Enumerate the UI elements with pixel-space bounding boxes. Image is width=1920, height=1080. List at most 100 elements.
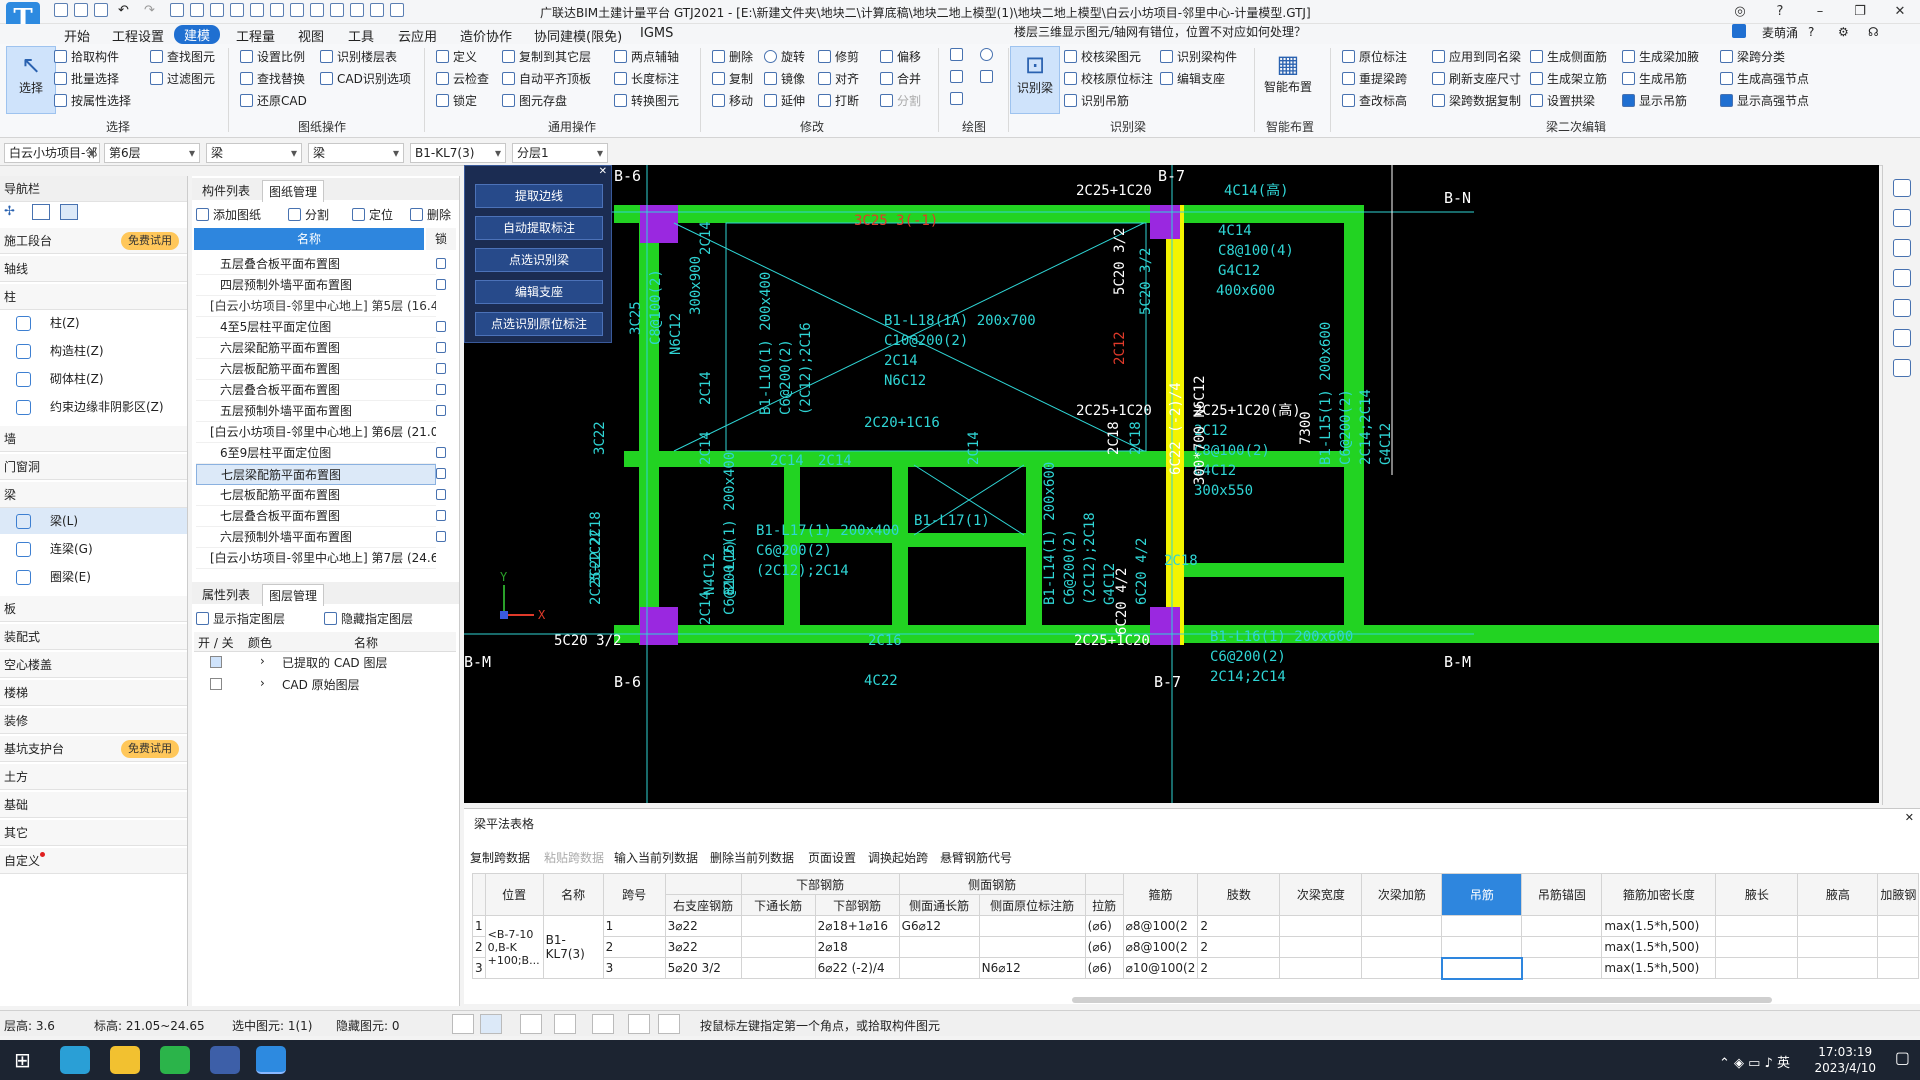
draw-arc-icon[interactable] xyxy=(950,92,967,105)
nav-item-column[interactable]: 柱(Z) xyxy=(0,310,187,336)
rotate-button[interactable]: 旋转 xyxy=(764,48,805,65)
nav-section-other[interactable]: 其它 xyxy=(0,820,187,846)
component-select[interactable]: B1-KL7(3) xyxy=(410,143,506,163)
cell-dense[interactable]: max(1.5*h,500) xyxy=(1601,936,1717,958)
identify-hanger-button[interactable]: 识别吊筋 xyxy=(1064,92,1129,109)
nav-section-beam[interactable]: 梁 xyxy=(0,482,187,508)
gen-hs-node-button[interactable]: 生成高强节点 xyxy=(1720,70,1809,87)
cell-hanger-anchor[interactable] xyxy=(1521,957,1603,979)
set-arch-beam-button[interactable]: 设置拱梁 xyxy=(1530,92,1595,109)
edit-elevation-button[interactable]: 查改标高 xyxy=(1342,92,1407,109)
paste-span-data-btn[interactable]: 粘贴跨数据 xyxy=(544,849,604,866)
draw-circle-icon[interactable] xyxy=(980,48,997,61)
cell-legs[interactable]: 2 xyxy=(1197,957,1281,979)
layer-select[interactable]: 分层1 xyxy=(512,143,608,163)
cell-bottom-through[interactable] xyxy=(740,915,816,937)
cell-dense[interactable]: max(1.5*h,500) xyxy=(1601,915,1717,937)
layer-icon[interactable] xyxy=(1893,269,1911,287)
col-hanger[interactable]: 吊筋 xyxy=(1441,873,1523,916)
cell-haunch-height[interactable] xyxy=(1797,936,1879,958)
nav-item-construct-column[interactable]: 构造柱(Z) xyxy=(0,338,187,364)
delete-column-btn[interactable]: 删除当前列数据 xyxy=(710,849,794,866)
cell-tie[interactable]: (⌀6) xyxy=(1084,915,1124,937)
select-by-attr-button[interactable]: 按属性选择 xyxy=(54,92,131,109)
extract-edge-button[interactable]: 提取边线 xyxy=(475,184,603,208)
nav-section-foundation[interactable]: 基础 xyxy=(0,792,187,818)
edit-support-float-button[interactable]: 编辑支座 xyxy=(475,280,603,304)
cell-side-through[interactable] xyxy=(898,957,980,979)
drawing-row[interactable]: 六层叠合板平面布置图 xyxy=(196,380,436,401)
drawing-row[interactable]: 四层预制外墙平面布置图 xyxy=(196,275,436,296)
pick-component-button[interactable]: 拾取构件 xyxy=(54,48,119,65)
fullscreen-icon[interactable] xyxy=(1893,299,1911,317)
menu-project-settings[interactable]: 工程设置 xyxy=(112,26,164,45)
beam-top-right[interactable] xyxy=(1184,205,1344,223)
nav-item-masonry-column[interactable]: 砌体柱(Z) xyxy=(0,366,187,392)
layer-toggle-checkbox[interactable] xyxy=(210,656,222,668)
nav-section-column[interactable]: 柱 xyxy=(0,284,187,310)
horizontal-scrollbar[interactable] xyxy=(1072,997,1772,1003)
select-button[interactable]: ↖ 选择 xyxy=(6,46,56,114)
lock-icon[interactable] xyxy=(436,321,446,332)
cell-right-support[interactable]: 5⌀20 3/2 xyxy=(664,957,742,979)
edit-support-button[interactable]: 编辑支座 xyxy=(1160,70,1225,87)
two-point-axis-button[interactable]: 两点辅轴 xyxy=(614,48,679,65)
nav-section-prefab[interactable]: 装配式 xyxy=(0,624,187,650)
cell-sec-beam-bar[interactable] xyxy=(1361,936,1443,958)
project-select[interactable]: 白云小坊项目-邻 xyxy=(4,143,100,163)
new-icon[interactable] xyxy=(54,3,68,17)
orbit-icon[interactable] xyxy=(1893,329,1911,347)
tab-layer-manage[interactable]: 图层管理 xyxy=(262,584,325,606)
type-select[interactable]: 梁 xyxy=(308,143,404,163)
smart-layout-button[interactable]: ▦ 智能布置 xyxy=(1262,46,1314,114)
find-element-button[interactable]: 查找图元 xyxy=(150,48,215,65)
drawing-row-selected[interactable]: 七层梁配筋平面布置图 xyxy=(196,464,436,485)
close-icon[interactable]: ✕ xyxy=(1880,0,1920,24)
column[interactable] xyxy=(640,205,678,243)
floor-select[interactable]: 第6层 xyxy=(104,143,200,163)
offset-button[interactable]: 偏移 xyxy=(880,48,921,65)
convert-element-button[interactable]: 转换图元 xyxy=(614,92,679,109)
menu-modeling[interactable]: 建模 xyxy=(174,25,221,44)
table-row[interactable]: 3 3 5⌀20 3/2 6⌀22 (-2)/4 N6⌀12 (⌀6) ⌀10@… xyxy=(472,956,1920,980)
cell-span[interactable]: 3 xyxy=(602,957,666,979)
ime-indicator[interactable]: 英 xyxy=(1777,1056,1790,1071)
cell-legs[interactable]: 2 xyxy=(1197,936,1281,958)
floor-group-row[interactable]: [白云小坊项目-邻里中心地上] 第6层 (21.05 xyxy=(196,422,436,443)
click-identify-annotation-button[interactable]: 点选识别原位标注 xyxy=(475,312,603,336)
drawing-row[interactable]: 六层预制外墙平面布置图 xyxy=(196,527,436,548)
cell-position[interactable]: <B-7-10 0,B-K +100;B... xyxy=(484,915,544,979)
settings-icon[interactable]: ⚙ xyxy=(1838,25,1849,39)
identify-beam-component-button[interactable]: 识别梁构件 xyxy=(1160,48,1237,65)
free-trial-badge[interactable]: 免费试用 xyxy=(121,232,179,250)
beam-v3[interactable] xyxy=(1026,451,1042,635)
cell-legs[interactable]: 2 xyxy=(1197,915,1281,937)
ortho-icon[interactable] xyxy=(452,1014,474,1034)
input-column-btn[interactable]: 输入当前列数据 xyxy=(614,849,698,866)
layer-row[interactable]: CAD 原始图层 xyxy=(282,676,360,693)
cell-sec-beam-width[interactable] xyxy=(1279,915,1363,937)
cell-right-support[interactable]: 3⌀22 xyxy=(664,936,742,958)
menu-igms[interactable]: IGMS xyxy=(640,26,673,41)
layer-toggle-checkbox[interactable] xyxy=(210,678,222,690)
system-tray[interactable]: ⌃ ◈ ▭ ♪ 英 xyxy=(1719,1052,1790,1071)
copy-to-layer-button[interactable]: 复制到其它层 xyxy=(502,48,591,65)
tab-properties[interactable]: 属性列表 xyxy=(196,584,256,605)
copy-span-data-btn[interactable]: 复制跨数据 xyxy=(470,849,530,866)
restore-cad-button[interactable]: 还原CAD xyxy=(240,92,307,109)
save-icon[interactable] xyxy=(94,3,108,17)
cell-stirrup[interactable]: ⌀8@100(2 xyxy=(1122,915,1199,937)
align-button[interactable]: 对齐 xyxy=(818,70,859,87)
cloud-check-button[interactable]: 云检查 xyxy=(436,70,489,87)
drawing-row[interactable]: 七层板配筋平面布置图 xyxy=(196,485,436,506)
set-scale-button[interactable]: 设置比例 xyxy=(240,48,305,65)
cell-side-orig[interactable]: N6⌀12 xyxy=(978,957,1086,979)
merge-button[interactable]: 合并 xyxy=(880,70,921,87)
close-icon[interactable]: ✕ xyxy=(599,166,607,177)
headset-icon[interactable]: ☊ xyxy=(1868,25,1879,39)
column[interactable] xyxy=(640,607,678,645)
swap-start-span-btn[interactable]: 调换起始跨 xyxy=(868,849,928,866)
column[interactable] xyxy=(1150,607,1180,645)
identify-beam-button[interactable]: ⊡ 识别梁 xyxy=(1010,46,1060,114)
table-row[interactable]: 1 <B-7-10 0,B-K +100;B... B1-KL7(3) 1 3⌀… xyxy=(472,915,1920,979)
